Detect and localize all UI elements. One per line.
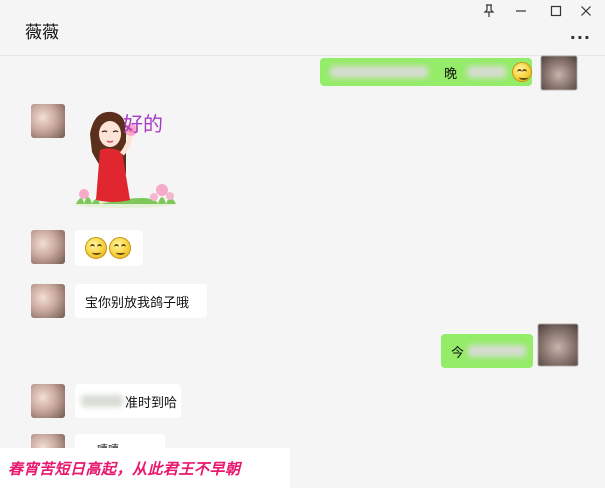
close-button[interactable] <box>575 2 597 20</box>
message-text: 晚 <box>444 66 458 82</box>
pin-icon <box>483 4 495 17</box>
minimize-icon <box>516 10 526 12</box>
blurred-text <box>467 66 507 78</box>
sticker-image[interactable]: 好的 <box>74 104 178 208</box>
message-bubble-contact[interactable] <box>75 230 143 266</box>
blurred-text <box>330 66 429 78</box>
avatar-contact[interactable] <box>31 384 65 418</box>
more-options-icon[interactable]: ··· <box>570 28 591 47</box>
message-bubble-contact[interactable]: 宝你别放我鸽子哦 <box>75 284 207 318</box>
grinning-emoji-icon <box>109 237 131 259</box>
avatar-contact[interactable] <box>31 284 65 318</box>
caption-text: 春宵苦短日高起，从此君王不早朝 <box>8 460 241 478</box>
minimize-button[interactable] <box>510 2 532 20</box>
avatar-contact[interactable] <box>31 104 65 138</box>
sticker-caption: 好的 <box>123 112 163 136</box>
avatar-contact[interactable] <box>31 230 65 264</box>
message-text: 今 <box>451 345 465 361</box>
laughing-tears-emoji-icon <box>512 62 532 82</box>
maximize-icon <box>550 5 562 17</box>
avatar-me[interactable] <box>538 324 578 366</box>
grinning-emoji-icon <box>85 237 107 259</box>
pin-button[interactable] <box>478 2 500 20</box>
blurred-text <box>81 395 123 407</box>
message-text: 准时到哈 <box>125 395 178 411</box>
message-bubble-me[interactable]: 晚 <box>320 58 532 86</box>
blurred-text <box>468 345 527 357</box>
maximize-button[interactable] <box>545 2 567 20</box>
avatar-me[interactable] <box>541 56 577 90</box>
chat-title: 薇薇 <box>25 23 59 43</box>
message-text: 宝你别放我鸽子哦 <box>85 295 190 311</box>
message-bubble-me[interactable]: 今 <box>441 334 533 368</box>
message-bubble-contact[interactable]: 准时到哈 <box>75 384 181 418</box>
close-icon <box>581 6 591 16</box>
chat-header: 薇薇 ··· <box>0 0 605 56</box>
